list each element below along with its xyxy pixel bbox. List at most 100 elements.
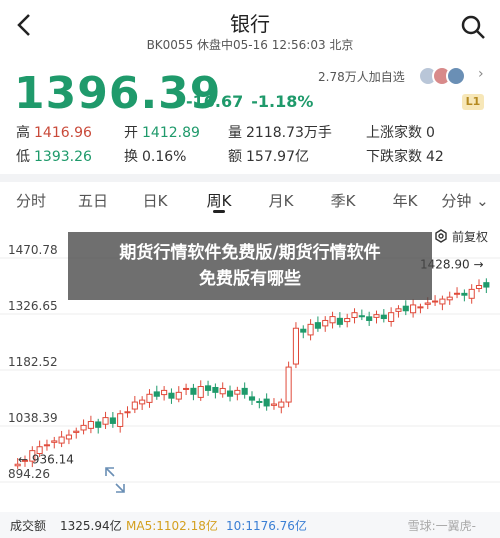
candle-body: [102, 417, 109, 425]
candle-body: [190, 387, 197, 395]
candle-body: [417, 306, 424, 309]
candle-body: [453, 292, 461, 295]
candle-body: [219, 387, 226, 395]
volume-bar: 成交额 1325.94亿 MA5:1102.18亿 10:1176.76亿 雪球…: [0, 512, 500, 538]
stat-value: 0: [426, 125, 435, 141]
tab-3[interactable]: 日K: [130, 190, 180, 211]
article-title-overlay: 期货行情软件免费版/期货行情软件 免费版有哪些: [68, 232, 432, 300]
candle-body: [336, 317, 343, 325]
candle-body: [204, 385, 212, 391]
follower-avatars[interactable]: [418, 66, 474, 86]
candle-body: [424, 302, 431, 305]
candle-body: [197, 386, 204, 398]
stat-key: 上涨家数: [366, 125, 422, 141]
search-icon[interactable]: [460, 14, 486, 40]
candle-body: [439, 298, 446, 305]
candle-body: [161, 389, 168, 396]
adjust-label: 前复权: [451, 230, 488, 244]
y-tick-label: 1326.65: [8, 299, 58, 313]
candle-body: [175, 391, 182, 400]
stat-row: 低 1393.26 换 0.16% 额 157.97亿 下跌家数 42: [16, 146, 486, 170]
candle-body: [314, 322, 321, 329]
status-subtitle: BK0055 休盘中05-16 12:56:03 北京: [146, 38, 354, 52]
candle-body: [226, 390, 234, 397]
tab-2[interactable]: 五日: [68, 190, 118, 211]
watermark: 雪球:一翼虎-: [407, 519, 476, 533]
candle-body: [475, 285, 483, 290]
stat-key: 量: [228, 125, 242, 141]
quote-stats: 高 1416.96 开 1412.89 量 2118.73万手 上涨家数 0 低 1393.26 换…: [16, 122, 486, 170]
candle-body: [146, 393, 153, 403]
candle-body: [468, 288, 475, 299]
y-tick-label: 1038.39: [8, 411, 58, 425]
stat-key: 高: [16, 125, 30, 141]
price-change: -16.67 -1.18%: [186, 92, 321, 111]
candle-body: [95, 421, 102, 428]
stat-item: 下跌家数 42: [366, 146, 444, 166]
candle-body: [87, 420, 94, 429]
candle-body: [300, 328, 307, 333]
candle-body: [446, 296, 453, 301]
tab-8[interactable]: 分钟 ⌄: [440, 190, 490, 211]
ma10-value: 10:1176.76亿: [226, 519, 307, 533]
candle-body: [234, 389, 241, 395]
stat-item: 开 1412.89: [124, 122, 200, 142]
candle-body: [402, 305, 409, 312]
candle-body: [395, 308, 402, 312]
period-tabs: 分时 五日 日K 周K 月K 季K 年K 分钟 ⌄: [0, 186, 500, 216]
y-tick-label: 1470.78: [8, 243, 58, 257]
candle-body: [351, 312, 358, 318]
min-price-label: ← 936.14: [18, 453, 74, 467]
stat-item: 上涨家数 0: [366, 122, 435, 142]
level-badge: L1: [462, 94, 484, 110]
stat-key: 额: [228, 149, 242, 165]
stat-value: 42: [426, 149, 444, 165]
stat-item: 高 1416.96: [16, 122, 92, 142]
stat-value: 1412.89: [142, 125, 200, 141]
stat-item: 量 2118.73万手: [228, 122, 332, 142]
candle-body: [80, 424, 87, 431]
settings-icon: [435, 229, 447, 243]
stat-value: 1393.26: [34, 149, 92, 165]
header: 银行 BK0055 休盘中05-16 12:56:03 北京: [0, 0, 500, 60]
tab-4[interactable]: 周K: [194, 190, 244, 211]
stat-value: 2118.73万手: [246, 125, 332, 141]
followers-count[interactable]: 2.78万人加自选: [318, 68, 405, 85]
expand-icon[interactable]: [105, 467, 125, 493]
candle-body: [366, 316, 373, 321]
stat-key: 低: [16, 149, 30, 165]
change-value: -16.67: [186, 92, 244, 111]
candle-body: [241, 387, 248, 395]
candle-body: [58, 436, 65, 444]
tab-6[interactable]: 季K: [318, 190, 368, 211]
change-percent: -1.18%: [251, 92, 314, 111]
chevron-right-icon[interactable]: ›: [478, 66, 484, 82]
candle-body: [329, 316, 336, 324]
stat-row: 高 1416.96 开 1412.89 量 2118.73万手 上涨家数 0: [16, 122, 486, 146]
candle-body: [263, 398, 270, 407]
candle-body: [373, 314, 380, 318]
avatar: [446, 66, 466, 86]
candle-body: [270, 403, 278, 406]
section-divider: [0, 174, 500, 182]
stat-value: 0.16%: [142, 149, 187, 165]
tab-7[interactable]: 年K: [380, 190, 430, 211]
candle-body: [388, 312, 395, 322]
candle-body: [153, 391, 160, 397]
candle-body: [124, 411, 131, 414]
tab-1[interactable]: 分时: [6, 190, 56, 211]
volume-label[interactable]: 成交额: [10, 517, 46, 534]
candle-body: [461, 292, 468, 296]
stat-key: 开: [124, 125, 138, 141]
stat-item: 换 0.16%: [124, 146, 186, 166]
candle-body: [256, 400, 263, 403]
stat-value: 157.97亿: [246, 149, 309, 165]
candle-body: [43, 444, 51, 447]
tab-5[interactable]: 月K: [256, 190, 306, 211]
stat-item: 低 1393.26: [16, 146, 92, 166]
candle-body: [248, 396, 256, 401]
y-tick-label: 1182.52: [8, 355, 58, 369]
candle-body: [51, 440, 58, 443]
candle-body: [183, 387, 190, 390]
adjust-toggle[interactable]: 前复权: [434, 228, 488, 245]
